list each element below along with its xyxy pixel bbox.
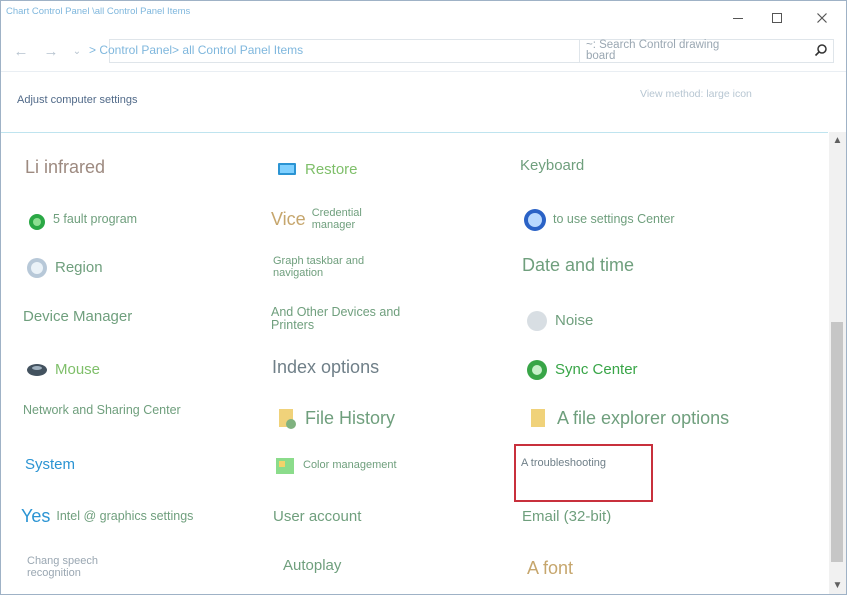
toolbar-divider (1, 71, 846, 72)
cp-item-label: 5 fault program (53, 212, 138, 227)
cp-item-label: Email (32-bit) (522, 508, 612, 525)
control-panel-window: Chart Control Panel \all Control Panel I… (0, 0, 847, 595)
cp-item-ease-of-access[interactable]: to use settings Center (523, 208, 675, 232)
control-panel-items: Li infrared Restore Keyboard 5 fault pro… (1, 132, 828, 594)
color-management-icon (276, 458, 294, 474)
cp-item-devices-printers[interactable]: And Other Devices and Printers (271, 305, 411, 333)
cp-item-user-account[interactable]: User account (273, 509, 361, 525)
back-arrow-icon: ← (13, 42, 29, 60)
cp-item-keyboard[interactable]: Keyboard (520, 158, 584, 174)
cp-item-label: to use settings Center (553, 212, 675, 227)
close-icon (817, 13, 827, 23)
cp-item-label: Restore (305, 161, 358, 179)
cp-item-autoplay[interactable]: Autoplay (273, 558, 341, 574)
cp-item-region[interactable]: Region (25, 256, 103, 280)
cp-item-label: And Other Devices and Printers (271, 305, 401, 333)
forward-arrow-icon: → (43, 42, 59, 60)
minimize-button[interactable] (718, 5, 758, 31)
view-method-link[interactable]: View method: large icon (640, 88, 752, 100)
cp-item-date-time[interactable]: Date and time (522, 256, 634, 275)
cp-item-label: Noise (555, 312, 594, 330)
cp-item-label: System (25, 456, 76, 473)
cp-item-label: Yes (21, 506, 51, 526)
cp-item-device-manager[interactable]: Device Manager (23, 309, 132, 325)
window-title: Chart Control Panel \all Control Panel I… (6, 6, 191, 17)
cp-item-label: Network and Sharing Center (23, 403, 181, 417)
cp-item-mouse[interactable]: Mouse (25, 358, 100, 382)
cp-item-label: Index options (272, 357, 380, 377)
cp-item-font[interactable]: A font (527, 559, 573, 578)
scroll-up-button[interactable]: ▲ (829, 132, 846, 149)
cp-item-network-sharing[interactable]: Network and Sharing Center (23, 403, 183, 417)
cp-item-label: Vice (271, 209, 306, 230)
address-row: ← → ⌄ > Control Panel> all Control Panel… (1, 35, 846, 67)
cp-item-file-history[interactable]: File History (275, 406, 395, 430)
sound-icon (527, 311, 547, 331)
forward-button[interactable]: → (40, 40, 62, 62)
search-icon[interactable] (814, 43, 828, 57)
close-button[interactable] (802, 5, 842, 31)
cp-item-label: Li infrared (25, 157, 106, 177)
cp-item-label: User account (273, 508, 362, 525)
titlebar: Chart Control Panel \all Control Panel I… (1, 1, 846, 33)
cp-item-label: A font (527, 558, 574, 578)
cp-item-restore[interactable]: Restore (275, 158, 358, 182)
chevron-down-icon: ⌄ (72, 45, 82, 57)
cp-item-label: Keyboard (520, 157, 585, 174)
cp-item-label: Autoplay (283, 557, 342, 574)
cp-item-label: Sync Center (555, 361, 638, 379)
address-text: > Control Panel> all Control Panel Items (89, 43, 304, 57)
cp-item-taskbar-navigation[interactable]: Graph taskbar and navigation (273, 255, 413, 279)
cp-item-label: Date and time (522, 255, 635, 275)
cp-item-sync-center[interactable]: Sync Center (525, 358, 638, 382)
cp-item-sublabel: Intel @ graphics settings (56, 508, 194, 523)
file-history-icon (279, 409, 296, 429)
mouse-icon (27, 364, 47, 376)
cp-item-intel-graphics[interactable]: Yes Intel @ graphics settings (21, 507, 193, 526)
cp-item-infrared[interactable]: Li infrared (25, 158, 105, 177)
cp-item-credential-manager[interactable]: Vice Credential manager (271, 207, 402, 231)
cp-item-default-programs[interactable]: 5 fault program (23, 208, 137, 232)
cp-item-label: Chang speech recognition (27, 555, 98, 579)
maximize-button[interactable] (757, 5, 797, 31)
cp-item-label: Graph taskbar and navigation (273, 255, 365, 279)
scroll-down-button[interactable]: ▼ (829, 577, 846, 594)
minimize-icon (733, 18, 743, 19)
ease-of-access-icon (524, 209, 546, 231)
cp-item-system[interactable]: System (25, 457, 75, 473)
recent-locations-button[interactable]: ⌄ (66, 40, 88, 62)
cp-item-sublabel: Credential manager (311, 207, 362, 231)
content-top-line (1, 132, 828, 133)
sync-center-icon (527, 360, 547, 380)
adjust-settings-heading: Adjust computer settings (17, 94, 138, 106)
cp-item-speech-recognition[interactable]: Chang speech recognition (27, 555, 147, 579)
cp-item-index-options[interactable]: Index options (272, 358, 379, 377)
cp-item-file-explorer-options[interactable]: A file explorer options (527, 406, 729, 430)
search-placeholder: ~: Search Control drawing board (586, 39, 720, 62)
scroll-thumb[interactable] (831, 322, 843, 562)
cp-item-label: File History (305, 407, 396, 428)
file-explorer-options-icon (531, 409, 545, 427)
cp-item-label: Region (55, 259, 103, 277)
cp-item-label: Color management (303, 459, 397, 472)
selection-highlight (514, 444, 653, 502)
address-bar[interactable]: > Control Panel> all Control Panel Items (89, 39, 581, 63)
region-icon (27, 258, 47, 278)
cp-item-email[interactable]: Email (32-bit) (522, 509, 611, 525)
default-programs-icon (29, 214, 45, 230)
maximize-icon (772, 13, 782, 23)
cp-item-sound[interactable]: Noise (525, 309, 593, 333)
cp-item-label: A file explorer options (557, 407, 730, 428)
restore-icon (278, 163, 296, 175)
cp-item-label: Device Manager (23, 308, 133, 325)
back-button[interactable]: ← (10, 40, 32, 62)
vertical-scrollbar[interactable]: ▲ ▼ (829, 132, 846, 594)
cp-item-label: Mouse (55, 361, 101, 379)
cp-item-color-management[interactable]: Color management (273, 454, 397, 478)
search-box[interactable]: ~: Search Control drawing board (579, 39, 834, 63)
